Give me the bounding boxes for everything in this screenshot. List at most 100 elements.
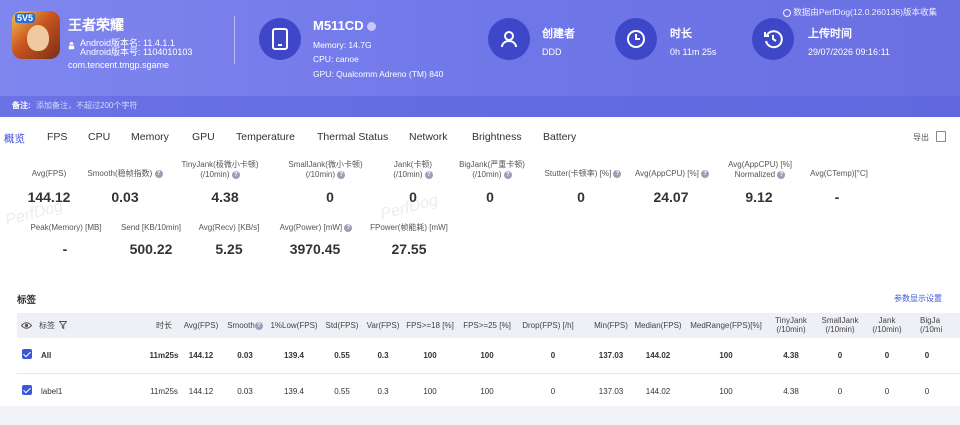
help-icon[interactable]: ? [424,170,433,179]
stat-label: Avg(AppCPU) [%] Normalized ? [728,160,792,179]
page-footer-bg [0,406,960,425]
tab-network[interactable]: Network [409,131,448,143]
cell: 137.03 [598,351,624,360]
stat-label: Jank(卡顿) (/10min) ? [393,160,433,179]
app-icon: 5V5 [12,11,60,59]
col-smalljank: SmallJank (/10min) [821,316,859,334]
tab-memory[interactable]: Memory [131,131,169,143]
tab-brightness[interactable]: Brightness [472,131,522,143]
help-icon[interactable]: ? [503,170,512,179]
app-icon-badge: 5V5 [15,13,36,23]
cell: 4.38 [783,351,799,360]
android-icon [68,42,75,50]
stat-value: 144.12 [27,189,71,205]
cell: 0 [884,387,890,396]
cell: 0 [550,351,556,360]
tab-thermal-status[interactable]: Thermal Status [317,131,388,143]
table-row[interactable]: label1 11m25s 144.12 0.03 139.4 0.55 0.3… [17,374,960,410]
row-checkbox[interactable] [22,349,32,359]
col-drop-fps: Drop(FPS) [/h] [522,321,574,330]
cell: 0 [550,387,556,396]
stat-value: 3970.45 [289,241,341,257]
cell: 0 [924,387,930,396]
cell: 100 [423,351,437,360]
notes-input[interactable]: 添加备注，不超过200个字符 [36,100,137,111]
tab-battery[interactable]: Battery [543,131,576,143]
history-icon [752,18,794,60]
app-android-code: Android版本号: 1104010103 [80,47,193,57]
notes-label: 备注: [12,101,31,110]
cell: 144.02 [645,351,671,360]
table-row[interactable]: All 11m25s 144.12 0.03 139.4 0.55 0.3 10… [17,338,960,374]
app-package: com.tencent.tmgp.sgame [68,60,170,70]
stat-label: Avg(FPS) [31,169,67,178]
help-icon[interactable]: ? [154,169,163,178]
cell: 0.3 [377,387,389,396]
cell: 11m25s [150,387,178,396]
user-icon [488,18,530,60]
stat-value: 5.25 [215,241,243,257]
eye-icon[interactable] [21,321,32,330]
stat-value: 0 [326,189,334,205]
tab-temperature[interactable]: Temperature [236,131,295,143]
device-info-icon[interactable] [367,22,377,32]
cell: 100 [719,387,733,396]
stat-value: - [834,189,840,205]
help-icon[interactable]: ? [777,170,786,179]
stat-value: 0 [486,189,494,205]
help-icon[interactable]: ? [254,321,263,330]
cell: 100 [480,387,494,396]
stat-label: Peak(Memory) [MB] [30,223,102,232]
cell: 0 [837,351,843,360]
param-settings-link[interactable]: 参数显示设置 [894,293,942,304]
row-checkbox[interactable] [22,385,32,395]
help-icon[interactable]: ? [231,170,240,179]
cell: 0 [884,351,890,360]
stat-value: 0 [409,189,417,205]
tab-cpu[interactable]: CPU [88,131,110,143]
stat-label: TinyJank(极微小卡顿) (/10min) ? [181,160,259,179]
version-note: 数据由PerfDog(12.0.260136)版本收集 [783,6,937,18]
cell: 0.03 [237,387,253,396]
stat-label: Avg(Recv) [KB/s] [198,223,260,232]
col-std-fps: Std(FPS) [325,321,359,330]
cell: 0 [837,387,843,396]
row-tag-name: All [41,351,52,360]
filter-icon[interactable] [59,321,67,329]
cell: 100 [719,351,733,360]
cell: 100 [423,387,437,396]
tags-title: 标签 [17,295,37,306]
upload-label: 上传时间 [808,28,852,40]
tab-fps[interactable]: FPS [47,131,67,143]
stat-value: 27.55 [391,241,427,257]
app-icon-hero [27,25,49,51]
stat-label: Stutter(卡顿率) [%] ? [538,169,628,179]
cell: 144.12 [188,387,214,396]
stat-label: SmallJank(微小卡顿) (/10min) ? [288,160,363,179]
test-header: 5V5 王者荣耀 Android版本名: 11.4.1.1 Android版本号… [0,0,960,117]
col-duration: 时长 [156,321,172,330]
export-icon[interactable] [936,131,946,142]
header-divider [234,16,235,64]
tab-gpu[interactable]: GPU [192,131,215,143]
help-icon[interactable]: ? [701,169,710,178]
help-icon[interactable]: ? [337,170,346,179]
col-avg-fps: Avg(FPS) [183,321,219,330]
stat-label: FPower(帧能耗) [mW] [370,223,448,232]
stat-value: 500.22 [129,241,173,257]
help-icon[interactable]: ? [344,223,353,232]
export-button[interactable]: 导出 [913,132,929,143]
tab-overview[interactable]: 概览 [4,131,25,146]
cell: 0.55 [334,387,350,396]
stat-label: Avg(CTemp)[°C] [810,169,868,178]
stat-label: Smooth(稳帧指数) ? [80,169,170,179]
col-tag: 标签 [39,321,55,330]
col-fps-25: FPS>=25 [%] [463,321,511,330]
app-name: 王者荣耀 [68,17,124,33]
version-info-icon [783,8,791,17]
device-name: M511CD [313,18,364,33]
stat-value: - [62,241,68,257]
col-medrange-fps: MedRange(FPS)[%] [690,321,762,330]
help-icon[interactable]: ? [613,169,622,178]
cell: 144.12 [188,351,214,360]
